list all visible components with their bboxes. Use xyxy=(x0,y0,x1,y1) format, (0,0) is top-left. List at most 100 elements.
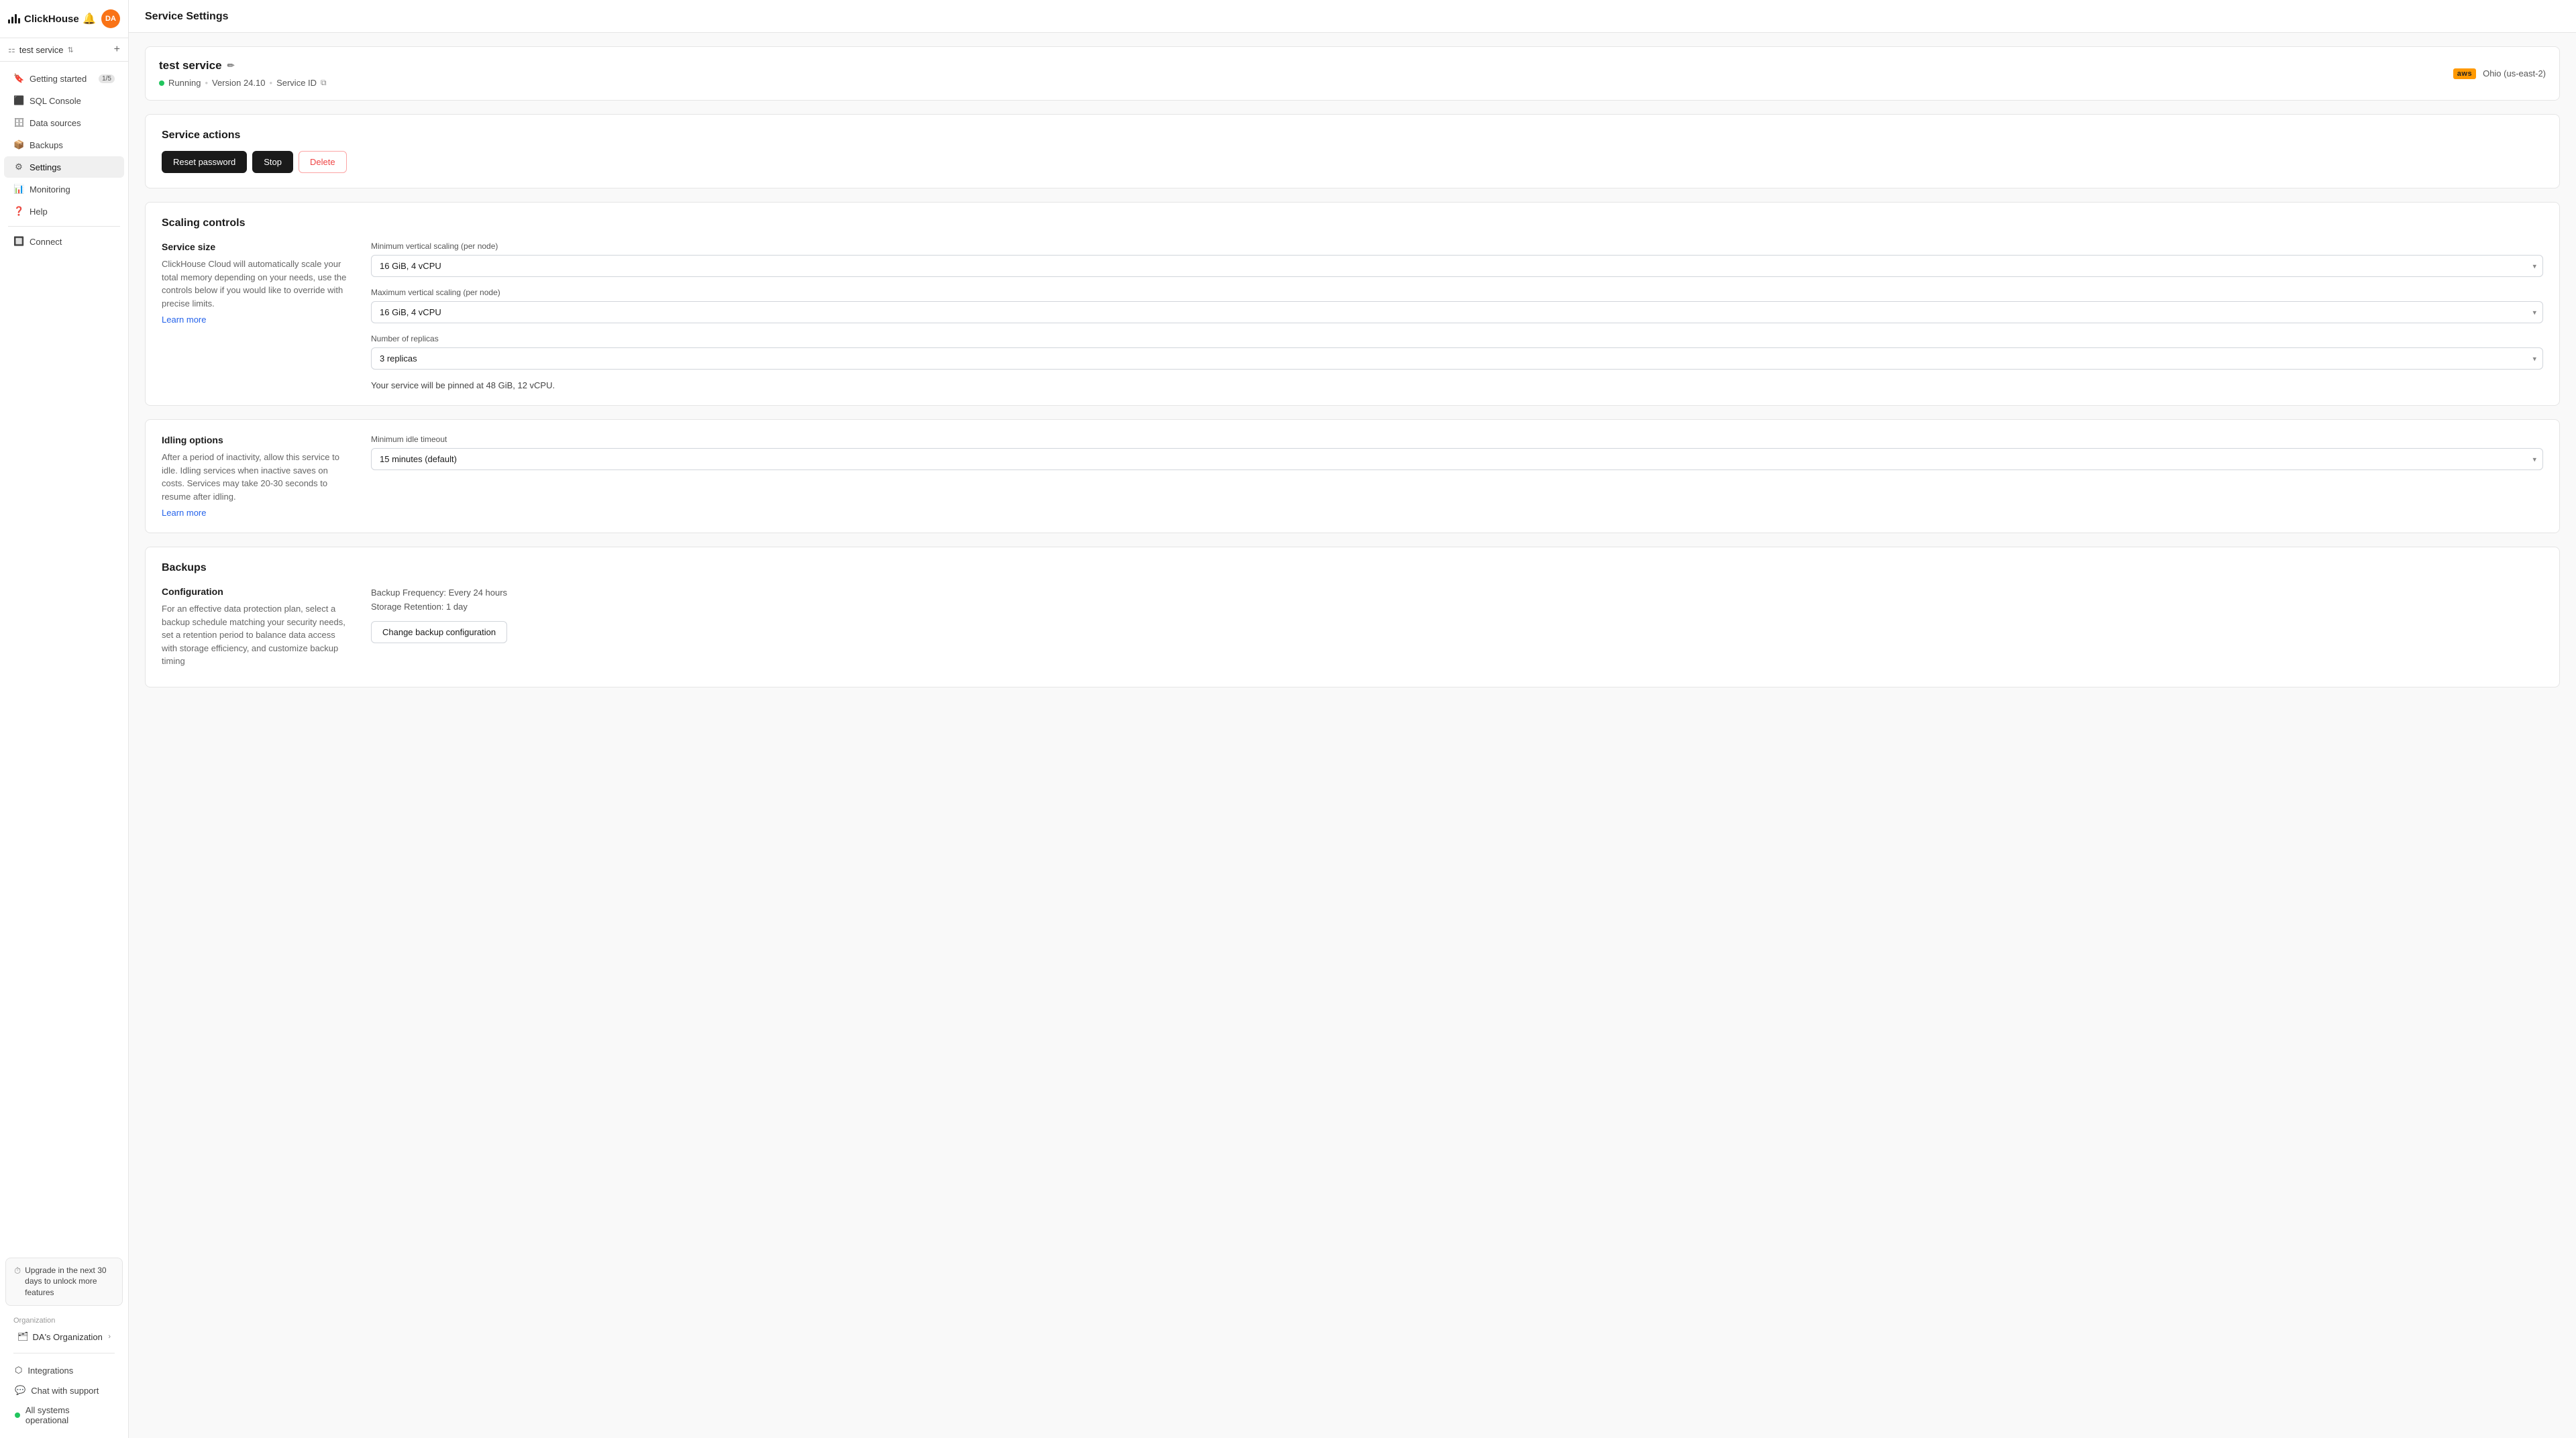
nav-label-monitoring: Monitoring xyxy=(30,184,70,195)
sidebar-header: ClickHouse 🔔 DA xyxy=(0,0,128,38)
scaling-title: Scaling controls xyxy=(162,217,2543,229)
stop-button[interactable]: Stop xyxy=(252,151,293,173)
app-name: ClickHouse xyxy=(24,13,79,25)
min-vertical-select[interactable]: 8 GiB, 2 vCPU 16 GiB, 4 vCPU 32 GiB, 8 v… xyxy=(371,255,2543,277)
replicas-label: Number of replicas xyxy=(371,334,2543,343)
backups-row: Configuration For an effective data prot… xyxy=(162,586,2543,672)
service-region: Ohio (us-east-2) xyxy=(2483,68,2546,78)
service-version: Version 24.10 xyxy=(212,78,266,88)
notifications-icon[interactable]: 🔔 xyxy=(83,12,96,25)
sql-console-icon: ⬛ xyxy=(13,95,24,106)
org-icon: 🗂 xyxy=(17,1331,29,1342)
integrations-link[interactable]: ⬡ Integrations xyxy=(9,1360,119,1380)
replicas-group: Number of replicas 1 replica 2 replicas … xyxy=(371,334,2543,370)
avatar[interactable]: DA xyxy=(101,9,120,28)
idle-timeout-select[interactable]: 5 minutes 10 minutes 15 minutes (default… xyxy=(371,448,2543,470)
sidebar: ClickHouse 🔔 DA ⚏ test service ⇅ + 🔖 Get… xyxy=(0,0,129,1438)
max-vertical-select[interactable]: 8 GiB, 2 vCPU 16 GiB, 4 vCPU 32 GiB, 8 v… xyxy=(371,301,2543,323)
sidebar-divider xyxy=(8,226,120,227)
all-systems-link[interactable]: All systems operational xyxy=(9,1400,119,1430)
logo-icon xyxy=(8,14,20,23)
sidebar-item-backups[interactable]: 📦 Backups xyxy=(4,134,124,156)
add-service-button[interactable]: + xyxy=(114,44,120,56)
nav-label-backups: Backups xyxy=(30,140,63,150)
sidebar-item-connect[interactable]: 🔲 Connect xyxy=(4,231,124,252)
help-icon: ❓ xyxy=(13,206,24,217)
sidebar-item-help[interactable]: ❓ Help xyxy=(4,201,124,222)
logo-bar-4 xyxy=(18,18,20,23)
backups-controls-panel: Backup Frequency: Every 24 hours Storage… xyxy=(371,586,2543,672)
backup-retention: Storage Retention: 1 day xyxy=(371,600,2543,614)
chat-icon: 💬 xyxy=(15,1385,25,1396)
idling-section: Idling options After a period of inactiv… xyxy=(145,419,2560,533)
copy-service-id-icon[interactable]: ⧉ xyxy=(321,78,327,88)
backup-description: For an effective data protection plan, s… xyxy=(162,602,350,668)
scaling-section: Scaling controls Service size ClickHouse… xyxy=(145,202,2560,406)
status-dot-icon xyxy=(15,1413,20,1418)
upgrade-icon: ⏱ xyxy=(14,1266,21,1276)
service-actions-buttons: Reset password Stop Delete xyxy=(162,151,2543,173)
service-card-right: aws Ohio (us-east-2) xyxy=(2453,68,2546,79)
delete-button[interactable]: Delete xyxy=(299,151,347,173)
sidebar-item-sql-console[interactable]: ⬛ SQL Console xyxy=(4,90,124,111)
data-sources-icon: 🗄 xyxy=(13,117,24,128)
logo-bar-2 xyxy=(11,17,13,23)
service-card-title-row: test service ✏ xyxy=(159,59,327,72)
service-card-left: test service ✏ Running • Version 24.10 •… xyxy=(159,59,327,88)
backups-title: Backups xyxy=(162,562,2543,574)
nav-label-connect: Connect xyxy=(30,237,62,247)
nav-label-sql-console: SQL Console xyxy=(30,96,81,106)
org-name: DA's Organization xyxy=(33,1332,103,1342)
idling-description-panel: Idling options After a period of inactiv… xyxy=(162,435,350,518)
service-actions-section: Service actions Reset password Stop Dele… xyxy=(145,114,2560,188)
sidebar-links: ⬡ Integrations 💬 Chat with support All s… xyxy=(5,1358,123,1433)
nav-label-data-sources: Data sources xyxy=(30,118,81,128)
replicas-select-wrapper: 1 replica 2 replicas 3 replicas ▾ xyxy=(371,347,2543,370)
scaling-controls-panel: Minimum vertical scaling (per node) 8 Gi… xyxy=(371,241,2543,390)
aws-logo: aws xyxy=(2453,68,2476,79)
chat-support-link[interactable]: 💬 Chat with support xyxy=(9,1380,119,1400)
service-selector[interactable]: ⚏ test service ⇅ + xyxy=(0,38,128,62)
idle-timeout-group: Minimum idle timeout 5 minutes 10 minute… xyxy=(371,435,2543,470)
settings-icon: ⚙ xyxy=(13,162,24,172)
logo-bar-3 xyxy=(15,14,17,23)
min-vertical-select-wrapper: 8 GiB, 2 vCPU 16 GiB, 4 vCPU 32 GiB, 8 v… xyxy=(371,255,2543,277)
sidebar-item-getting-started[interactable]: 🔖 Getting started 1/5 xyxy=(4,68,124,89)
connect-icon: 🔲 xyxy=(13,236,24,247)
backups-section: Backups Configuration For an effective d… xyxy=(145,547,2560,687)
sidebar-nav: 🔖 Getting started 1/5 ⬛ SQL Console 🗄 Da… xyxy=(0,62,128,1252)
service-id-label: Service ID xyxy=(276,78,317,88)
sidebar-item-data-sources[interactable]: 🗄 Data sources xyxy=(4,112,124,133)
nav-label-settings: Settings xyxy=(30,162,61,172)
idling-controls-panel: Minimum idle timeout 5 minutes 10 minute… xyxy=(371,435,2543,518)
upgrade-text: Upgrade in the next 30 days to unlock mo… xyxy=(25,1265,114,1298)
idle-timeout-select-wrapper: 5 minutes 10 minutes 15 minutes (default… xyxy=(371,448,2543,470)
org-item[interactable]: 🗂 DA's Organization › xyxy=(13,1327,115,1346)
idle-timeout-label: Minimum idle timeout xyxy=(371,435,2543,444)
idling-title: Idling options xyxy=(162,435,350,445)
page-title: Service Settings xyxy=(145,11,229,22)
logo-bar-1 xyxy=(8,19,10,23)
backup-frequency-info: Backup Frequency: Every 24 hours Storage… xyxy=(371,586,2543,614)
replicas-select[interactable]: 1 replica 2 replicas 3 replicas xyxy=(371,347,2543,370)
running-status-dot xyxy=(159,80,164,86)
backups-icon: 📦 xyxy=(13,140,24,150)
change-backup-button[interactable]: Change backup configuration xyxy=(371,621,507,643)
sidebar-item-settings[interactable]: ⚙ Settings xyxy=(4,156,124,178)
scaling-learn-more[interactable]: Learn more xyxy=(162,315,206,325)
org-name-display: 🗂 DA's Organization xyxy=(17,1331,103,1342)
edit-service-icon[interactable]: ✏ xyxy=(227,60,235,71)
service-selector-name: test service xyxy=(19,45,64,55)
content-area: test service ✏ Running • Version 24.10 •… xyxy=(129,33,2576,714)
reset-password-button[interactable]: Reset password xyxy=(162,151,247,173)
org-section: Organization 🗂 DA's Organization › xyxy=(5,1313,123,1349)
nav-label-help: Help xyxy=(30,207,48,217)
sidebar-item-monitoring[interactable]: 📊 Monitoring xyxy=(4,178,124,200)
upgrade-box-header: ⏱ Upgrade in the next 30 days to unlock … xyxy=(14,1265,114,1298)
service-selector-icon: ⚏ xyxy=(8,45,15,54)
service-name-display: ⚏ test service ⇅ xyxy=(8,45,74,55)
integrations-label: Integrations xyxy=(28,1366,73,1376)
idling-learn-more[interactable]: Learn more xyxy=(162,508,206,518)
chat-label: Chat with support xyxy=(31,1386,99,1396)
org-chevron-icon: › xyxy=(108,1333,111,1341)
